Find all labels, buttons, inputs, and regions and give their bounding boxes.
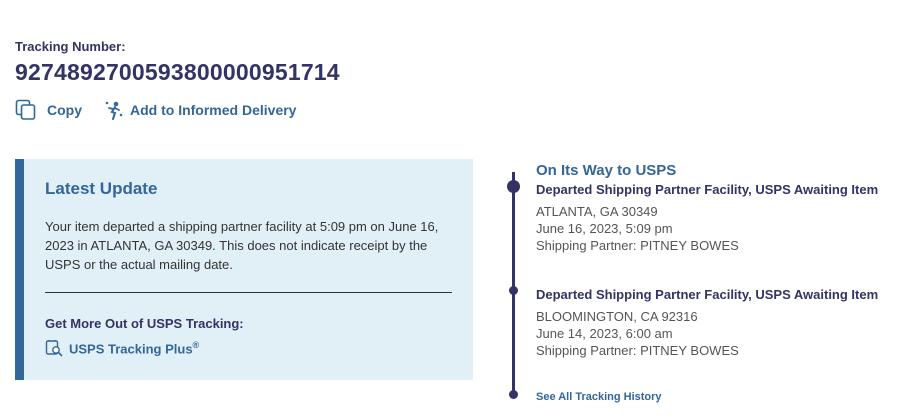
tracking-event: Departed Shipping Partner Facility, USPS… (536, 182, 906, 254)
event-title: Departed Shipping Partner Facility, USPS… (536, 287, 879, 302)
latest-update-title: Latest Update (45, 179, 158, 198)
copy-label: Copy (47, 102, 82, 118)
event-location: BLOOMINGTON, CA 92316 (536, 309, 698, 324)
informed-delivery-button[interactable]: Add to Informed Delivery (82, 100, 296, 120)
divider (45, 292, 452, 293)
event-datetime: June 16, 2023, 5:09 pm (536, 221, 673, 236)
informed-delivery-icon (105, 101, 123, 120)
tracking-plus-label: USPS Tracking Plus® (69, 339, 200, 357)
event-title: Departed Shipping Partner Facility, USPS… (536, 182, 879, 197)
timeline-current-dot (507, 180, 520, 193)
see-all-history-link[interactable]: See All Tracking History (536, 391, 662, 403)
tracking-event: Departed Shipping Partner Facility, USPS… (536, 287, 906, 359)
tracking-number-label: Tracking Number: (15, 39, 126, 54)
latest-update-panel: Latest Update Your item departed a shipp… (15, 159, 473, 380)
timeline-line (512, 172, 515, 395)
timeline-dot (509, 286, 518, 295)
event-partner: Shipping Partner: PITNEY BOWES (536, 238, 739, 253)
copy-button[interactable]: Copy (15, 99, 82, 121)
get-more-heading: Get More Out of USPS Tracking: (45, 316, 244, 331)
event-location: ATLANTA, GA 30349 (536, 204, 658, 219)
copy-icon (15, 99, 36, 120)
latest-update-text: Your item departed a shipping partner fa… (45, 219, 439, 272)
informed-delivery-label: Add to Informed Delivery (130, 102, 297, 118)
tracking-plus-link[interactable]: USPS Tracking Plus® (45, 339, 199, 357)
tracking-actions: Copy Add to Informed Delivery (15, 98, 296, 122)
tracking-number: 9274892700593800000951714 (15, 59, 340, 85)
event-datetime: June 14, 2023, 6:00 am (536, 326, 673, 341)
event-partner: Shipping Partner: PITNEY BOWES (536, 343, 739, 358)
timeline-end-dot (509, 390, 518, 399)
status-heading: On Its Way to USPS (536, 162, 677, 179)
tracking-plus-icon (45, 340, 63, 357)
